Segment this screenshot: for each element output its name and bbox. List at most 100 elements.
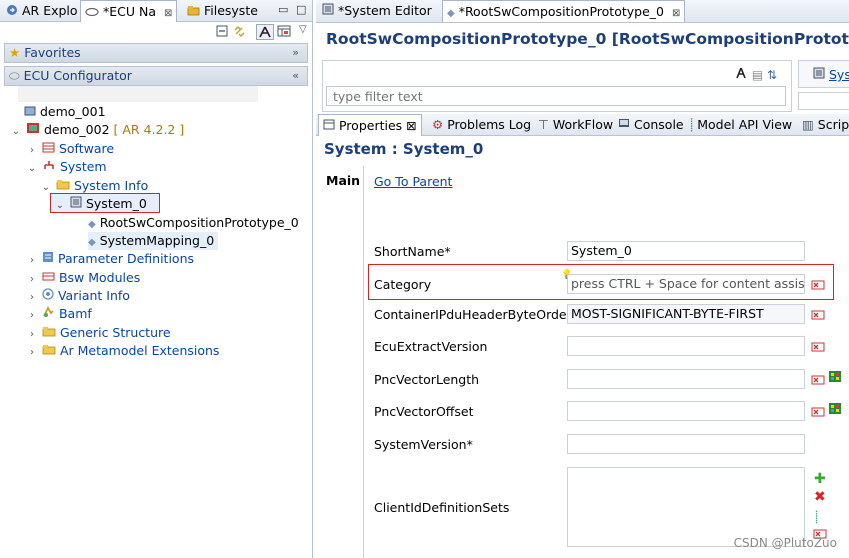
tree-item-parameter-definitions[interactable]: › Parameter Definitions [26, 250, 194, 268]
chevron-down-icon[interactable]: ⌄ [54, 197, 66, 215]
category-label: Category [374, 277, 432, 292]
collapse-icon[interactable]: « [292, 67, 299, 85]
clear-icon[interactable] [811, 373, 825, 385]
chevron-down-icon[interactable]: ▽ [299, 24, 307, 35]
page-icon[interactable]: ▤ [752, 68, 763, 82]
go-to-parent-link[interactable]: Go To Parent [374, 174, 452, 189]
tree-structure-icon[interactable]: ⸽ [815, 508, 818, 525]
tab-problems-log[interactable]: ⚙ Problems Log [428, 114, 535, 136]
tab-label: *System Editor [337, 3, 432, 18]
tree-item-bamf[interactable]: › Bamf [26, 305, 92, 323]
view-menu-icon[interactable] [277, 25, 291, 40]
chevron-down-icon[interactable]: ⌄ [26, 160, 38, 178]
tab-main[interactable]: Main [316, 170, 363, 192]
tab-ecu-navigator[interactable]: *ECU Na ⊠ [80, 0, 178, 23]
close-icon[interactable]: ⊠ [406, 118, 416, 133]
tab-ar-explorer[interactable]: AR Explo [2, 0, 82, 22]
ecu-configurator-section[interactable]: ⬭ ECU Configurator « [4, 66, 308, 86]
tab-console[interactable]: Console [614, 114, 688, 136]
remove-icon[interactable]: ✖ [814, 489, 826, 505]
workflow-icon: ⊤ [538, 117, 549, 132]
pnc-vector-length-input[interactable] [567, 369, 805, 389]
ecu-configurator-icon: ⬭ [9, 68, 20, 83]
system-element-icon [70, 196, 82, 211]
container-ipdu-select[interactable]: MOST-SIGNIFICANT-BYTE-FIRST [567, 304, 805, 324]
tree-item-system-info[interactable]: ⌄ System Info [40, 177, 148, 195]
tab-label: Problems Log [447, 117, 532, 132]
filter-toolbar: ▤ ⇅ [734, 66, 777, 82]
collapse-all-icon[interactable] [216, 25, 228, 40]
tree-item-generic-structure[interactable]: › Generic Structure [26, 324, 171, 342]
clear-icon[interactable] [811, 308, 825, 320]
pnc-vector-offset-input[interactable] [567, 401, 805, 421]
tree-item-demo-001[interactable]: demo_001 [24, 103, 106, 121]
project-icon [24, 104, 36, 119]
tab-label: WorkFlow [552, 117, 614, 132]
add-icon[interactable]: ✚ [814, 471, 826, 487]
tab-system-editor[interactable]: *System Editor [318, 0, 436, 22]
bsw-icon [42, 270, 55, 285]
chevron-right-icon[interactable]: › [26, 344, 38, 362]
tab-model-api-view[interactable]: ⸽ Model API View [686, 114, 796, 136]
tab-root-composition-editor[interactable]: ◆ *RootSwCompositionPrototype_0 ⊠ [442, 0, 686, 22]
sys-field[interactable] [798, 92, 849, 110]
version-badge: [ AR 4.2.2 ] [113, 122, 185, 137]
chevron-down-icon[interactable]: ⌄ [40, 179, 52, 197]
tree-item-bsw-modules[interactable]: › Bsw Modules [26, 269, 140, 287]
calculator-icon[interactable] [828, 402, 842, 418]
tree-item-software[interactable]: › Software [26, 140, 114, 158]
ecu-navigator-icon [85, 2, 99, 23]
clear-icon[interactable] [811, 340, 825, 352]
filter-input[interactable] [326, 86, 786, 106]
filesystem-icon [187, 1, 200, 22]
sort-icon[interactable]: ⇅ [767, 68, 777, 82]
script-icon: ▥ [802, 117, 814, 132]
tab-label: Filesyste [203, 3, 258, 18]
chevron-right-icon[interactable]: › [26, 252, 38, 270]
tree-item-demo-002[interactable]: ⌄ demo_002 [ AR 4.2.2 ] [10, 121, 184, 139]
tree-item-root-composition[interactable]: ◆ RootSwCompositionPrototype_0 [88, 214, 299, 232]
properties-title: System : System_0 [324, 140, 484, 158]
navigator-toolbar: ▽ [0, 22, 312, 42]
filter-icon[interactable] [256, 24, 274, 40]
sys-button[interactable]: Sys [798, 60, 849, 88]
tab-filesystem[interactable]: Filesyste [183, 0, 262, 22]
client-id-definition-sets-list[interactable] [567, 467, 805, 547]
tree-item-system[interactable]: ⌄ System [26, 158, 107, 176]
tab-workflow[interactable]: ⊤ WorkFlow [534, 114, 617, 136]
system-version-input[interactable] [567, 434, 805, 454]
clear-icon[interactable] [811, 278, 825, 290]
expand-icon[interactable]: » [292, 44, 299, 62]
ecu-extract-version-input[interactable] [567, 336, 805, 356]
folder-icon [42, 343, 56, 358]
maximize-icon[interactable]: □ [296, 3, 306, 16]
problems-icon: ⚙ [432, 117, 444, 132]
watermark: CSDN @PlutoZuo [733, 536, 837, 550]
close-icon[interactable]: ⊠ [672, 8, 680, 19]
filter-icon[interactable] [734, 67, 748, 82]
link-editor-icon[interactable] [233, 25, 246, 41]
folder-icon [42, 325, 56, 340]
chevron-right-icon[interactable]: › [26, 307, 38, 325]
favorites-section[interactable]: ★ Favorites » [4, 43, 308, 63]
calculator-icon[interactable] [828, 370, 842, 386]
editor-icon [322, 3, 334, 18]
tree-label: Variant Info [57, 288, 130, 303]
editor-title: RootSwCompositionPrototype_0 [RootSwComp… [326, 30, 849, 48]
chevron-down-icon[interactable]: ⌄ [10, 123, 22, 141]
category-input[interactable]: press CTRL + Space for content assist [567, 274, 805, 294]
shortname-input[interactable]: System_0 [567, 241, 805, 261]
tree-item-system-mapping[interactable]: ◆ SystemMapping_0 [88, 232, 219, 250]
tree-item-variant-info[interactable]: › Variant Info [26, 287, 130, 305]
tab-properties[interactable]: Properties ⊠ [318, 114, 422, 136]
minimize-icon[interactable]: ▭ [278, 3, 288, 16]
variant-icon [42, 288, 54, 303]
ecu-extract-version-label: EcuExtractVersion [374, 339, 488, 354]
tree-item-system-0[interactable]: ⌄ System_0 [54, 195, 147, 213]
clear-icon[interactable] [811, 405, 825, 417]
tab-label: *RootSwCompositionPrototype_0 [458, 4, 664, 19]
tree-item-ar-metamodel-extensions[interactable]: › Ar Metamodel Extensions [26, 342, 219, 360]
close-icon[interactable]: ⊠ [164, 8, 172, 19]
tab-label: *ECU Na [102, 4, 156, 19]
tab-script[interactable]: ▥ Script [798, 114, 849, 136]
